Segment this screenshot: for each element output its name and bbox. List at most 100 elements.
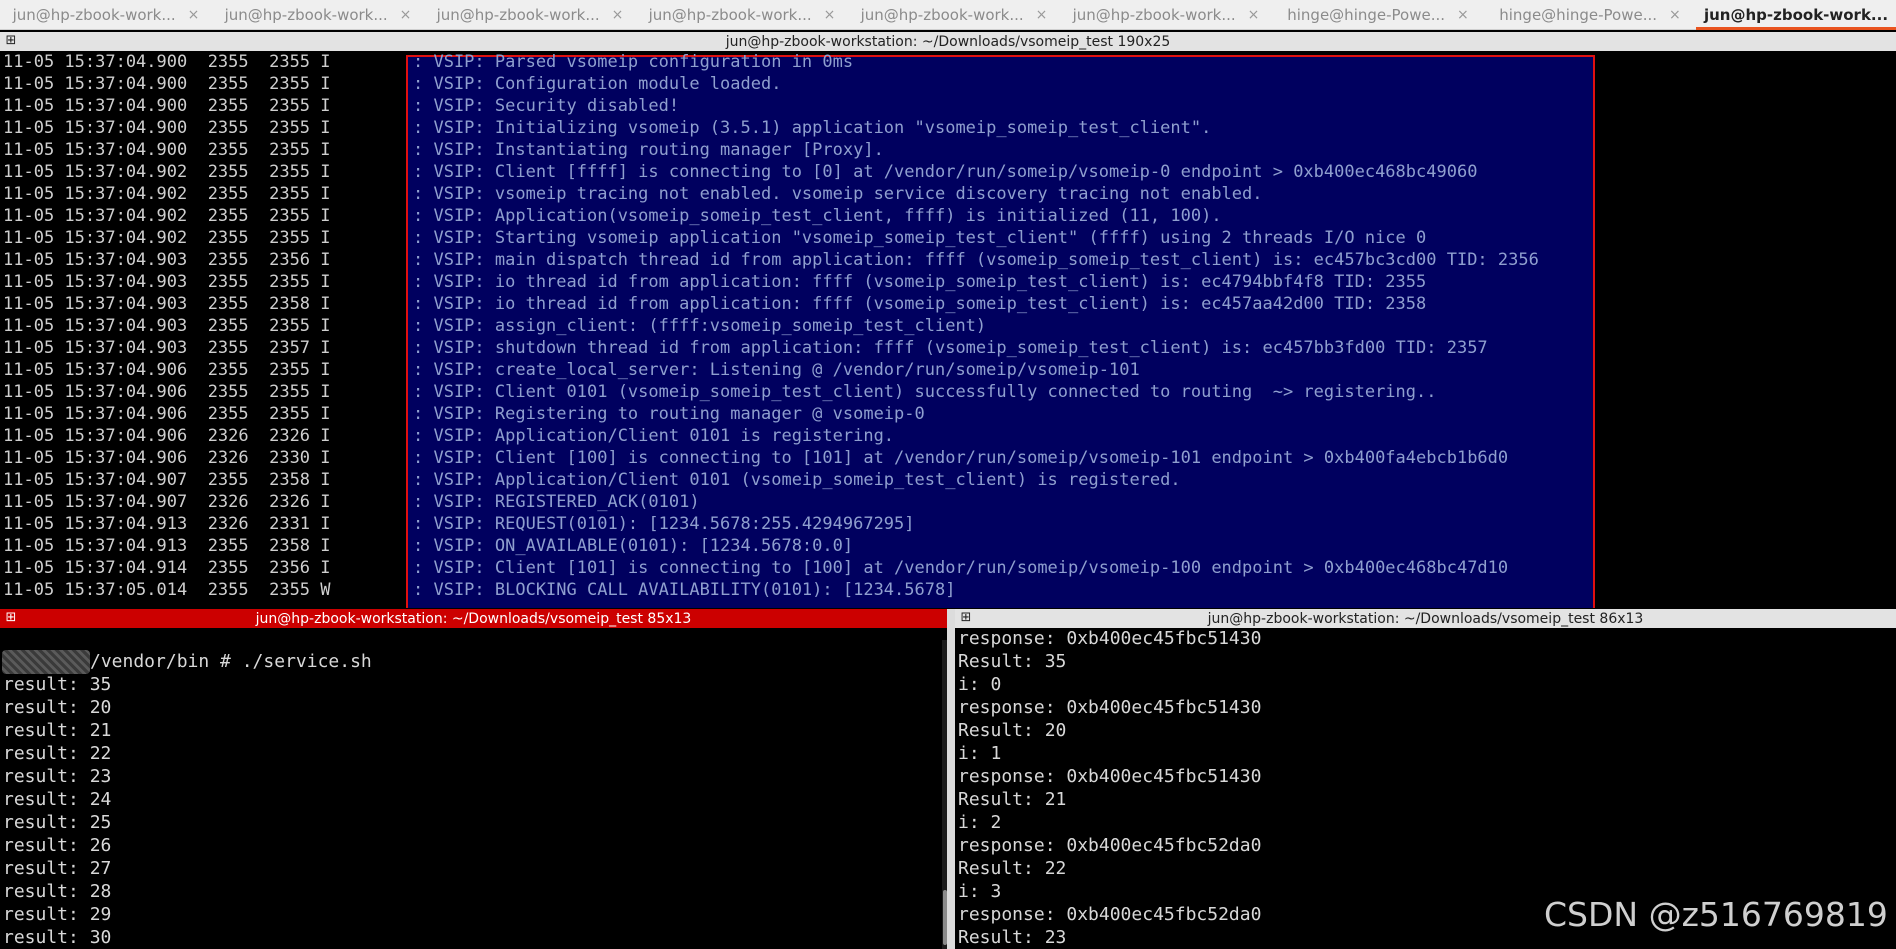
log-timestamp-pid-level: 11-05 15:37:04.913 2355 2358 I — [3, 536, 331, 556]
output-line: i: 0 — [958, 674, 1002, 695]
log-message: : VSIP: Application/Client 0101 (vsomeip… — [413, 470, 1181, 490]
log-timestamp-pid-level: 11-05 15:37:04.903 2355 2355 I — [3, 272, 331, 292]
bottom-left-terminal-pane[interactable]: /vendor/bin # ./service.sh result: 35 res… — [0, 628, 947, 949]
output-line: response: 0xb400ec45fbc52da0 — [958, 904, 1262, 925]
tab-label: jun@hp-zbook-work... — [224, 6, 388, 24]
log-timestamp-pid-level: 11-05 15:37:04.900 2355 2355 I — [3, 52, 331, 72]
log-line: 11-05 15:37:04.900 2355 2355 I: VSIP: In… — [0, 139, 1896, 161]
pane-divider[interactable] — [947, 609, 955, 949]
log-line: 11-05 15:37:04.902 2355 2355 I: VSIP: Ap… — [0, 205, 1896, 227]
log-timestamp-pid-level: 11-05 15:37:04.907 2355 2358 I — [3, 470, 331, 490]
log-message: : VSIP: Starting vsomeip application "vs… — [413, 228, 1427, 248]
log-message: : VSIP: Client [100] is connecting to [1… — [413, 448, 1509, 468]
tab-label: jun@hp-zbook-work... — [1072, 6, 1236, 24]
log-line: 11-05 15:37:04.907 2326 2326 I: VSIP: RE… — [0, 491, 1896, 513]
log-timestamp-pid-level: 11-05 15:37:05.014 2355 2355 W — [3, 580, 331, 600]
top-pane-title: jun@hp-zbook-workstation: ~/Downloads/vs… — [725, 33, 1171, 50]
log-message: : VSIP: BLOCKING CALL AVAILABILITY(0101)… — [413, 580, 956, 600]
terminal-tab[interactable]: hinge@hinge-Powe... × — [1484, 0, 1696, 30]
terminal-tab[interactable]: jun@hp-zbook-work... × — [848, 0, 1060, 30]
log-timestamp-pid-level: 11-05 15:37:04.906 2355 2355 I — [3, 404, 331, 424]
tab-bar: jun@hp-zbook-work... × jun@hp-zbook-work..… — [0, 0, 1896, 30]
output-line: result: 20 — [3, 697, 112, 718]
close-tab-icon[interactable]: × — [400, 7, 412, 23]
log-timestamp-pid-level: 11-05 15:37:04.914 2355 2356 I — [3, 558, 331, 578]
log-message: : VSIP: io thread id from application: f… — [413, 272, 1427, 292]
log-message: : VSIP: Client [ffff] is connecting to [… — [413, 162, 1478, 182]
log-timestamp-pid-level: 11-05 15:37:04.900 2355 2355 I — [3, 140, 331, 160]
output-line: result: 29 — [3, 904, 112, 925]
log-line: 11-05 15:37:04.902 2355 2355 I : VSIP: St… — [0, 227, 1896, 249]
log-timestamp-pid-level: 11-05 15:37:04.903 2355 2356 I — [3, 250, 331, 270]
log-timestamp-pid-level: 11-05 15:37:04.902 2355 2355 I — [3, 162, 331, 182]
tab-label: jun@hp-zbook-work... — [860, 6, 1024, 24]
output-line: Result: 35 — [958, 651, 1067, 672]
output-line: response: 0xb400ec45fbc51430 — [958, 766, 1262, 787]
output-line: response: 0xb400ec45fbc51430 — [958, 628, 1262, 649]
terminal-tab[interactable]: jun@hp-zbook-work... — [1696, 0, 1896, 30]
log-message: : VSIP: Client [101] is connecting to [1… — [413, 558, 1509, 578]
watermark: CSDN @z516769819 — [1544, 895, 1888, 934]
log-line: 11-05 15:37:04.900 2355 2355 I: VSIP: Pa… — [0, 51, 1896, 73]
output-line: response: 0xb400ec45fbc51430 — [958, 697, 1262, 718]
log-line: 11-05 15:37:04.907 2355 2358 I : VSIP: Ap… — [0, 469, 1896, 491]
close-tab-icon[interactable]: × — [824, 7, 836, 23]
close-tab-icon[interactable]: × — [1457, 7, 1469, 23]
log-line: 11-05 15:37:04.906 2355 2355 I : VSIP: Re… — [0, 403, 1896, 425]
log-line: 11-05 15:37:04.903 2355 2357 I: VSIP: sh… — [0, 337, 1896, 359]
log-message: : VSIP: vsomeip tracing not enabled. vso… — [413, 184, 1263, 204]
output-line: result: 24 — [3, 789, 112, 810]
log-timestamp-pid-level: 11-05 15:37:04.900 2355 2355 I — [3, 96, 331, 116]
log-timestamp-pid-level: 11-05 15:37:04.906 2326 2326 I — [3, 426, 331, 446]
tab-label: hinge@hinge-Powe... — [1287, 6, 1446, 24]
log-message: : VSIP: Client 0101 (vsomeip_someip_test… — [413, 382, 1437, 402]
log-timestamp-pid-level: 11-05 15:37:04.913 2326 2331 I — [3, 514, 331, 534]
log-message: : VSIP: Initializing vsomeip (3.5.1) app… — [413, 118, 1212, 138]
log-timestamp-pid-level: 11-05 15:37:04.903 2355 2358 I — [3, 294, 331, 314]
terminal-tab[interactable]: jun@hp-zbook-work... × — [1060, 0, 1272, 30]
bottom-right-pane-titlebar[interactable]: ⊞ jun@hp-zbook-workstation: ~/Downloads/… — [955, 609, 1896, 628]
output-line: response: 0xb400ec45fbc52da0 — [958, 835, 1262, 856]
log-line: 11-05 15:37:04.902 2355 2355 I : VSIP: Cl… — [0, 161, 1896, 183]
log-line: 11-05 15:37:04.900 2355 2355 I: VSIP: Co… — [0, 73, 1896, 95]
terminal-tab[interactable]: jun@hp-zbook-work... × — [212, 0, 424, 30]
output-line: Result: 20 — [958, 720, 1067, 741]
log-line: 11-05 15:37:04.903 2355 2358 I: VSIP: io… — [0, 293, 1896, 315]
log-line: 11-05 15:37:04.900 2355 2355 I: VSIP: In… — [0, 117, 1896, 139]
terminal-tab[interactable]: jun@hp-zbook-work... × — [636, 0, 848, 30]
terminal-tab[interactable]: jun@hp-zbook-work... × — [424, 0, 636, 30]
log-message: : VSIP: REQUEST(0101): [1234.5678:255.42… — [413, 514, 915, 534]
log-line: 11-05 15:37:04.900 2355 2355 I: VSIP: Se… — [0, 95, 1896, 117]
close-tab-icon[interactable]: × — [1669, 7, 1681, 23]
output-line: Result: 22 — [958, 858, 1067, 879]
log-timestamp-pid-level: 11-05 15:37:04.903 2355 2357 I — [3, 338, 331, 358]
split-terminal-icon[interactable]: ⊞ — [959, 611, 973, 625]
close-tab-icon[interactable]: × — [188, 7, 200, 23]
log-line: 11-05 15:37:04.903 2355 2355 I : VSIP: io… — [0, 271, 1896, 293]
tab-label: jun@hp-zbook-work... — [436, 6, 600, 24]
terminal-tab[interactable]: jun@hp-zbook-work... × — [0, 0, 212, 30]
tab-label: hinge@hinge-Powe... — [1499, 6, 1658, 24]
split-terminal-icon[interactable]: ⊞ — [4, 611, 18, 625]
tab-label: jun@hp-zbook-work... — [1703, 6, 1889, 24]
terminal-tab[interactable]: hinge@hinge-Powe... × — [1272, 0, 1484, 30]
log-line: 11-05 15:37:05.014 2355 2355 W : VSIP: BL… — [0, 579, 1896, 601]
output-line: i: 2 — [958, 812, 1002, 833]
shell-prompt: /vendor/bin # ./service.sh — [90, 651, 372, 672]
log-message: : VSIP: Registering to routing manager @… — [413, 404, 925, 424]
split-terminal-icon[interactable]: ⊞ — [4, 34, 18, 48]
log-message: : VSIP: ON_AVAILABLE(0101): [1234.5678:0… — [413, 536, 854, 556]
output-line: Result: 21 — [958, 789, 1067, 810]
output-line: result: 30 — [3, 927, 112, 948]
log-line: 11-05 15:37:04.914 2355 2356 I : VSIP: Cl… — [0, 557, 1896, 579]
log-line: 11-05 15:37:04.906 2326 2326 I : VSIP: Ap… — [0, 425, 1896, 447]
log-timestamp-pid-level: 11-05 15:37:04.902 2355 2355 I — [3, 228, 331, 248]
top-terminal-pane[interactable]: 11-05 15:37:04.900 2355 2355 I: VSIP: Pa… — [0, 51, 1896, 608]
top-pane-titlebar[interactable]: ⊞ jun@hp-zbook-workstation: ~/Downloads/… — [0, 32, 1896, 51]
close-tab-icon[interactable]: × — [612, 7, 624, 23]
log-message: : VSIP: Application/Client 0101 is regis… — [413, 426, 895, 446]
close-tab-icon[interactable]: × — [1248, 7, 1260, 23]
close-tab-icon[interactable]: × — [1036, 7, 1048, 23]
bottom-left-pane-titlebar[interactable]: ⊞ jun@hp-zbook-workstation: ~/Downloads/… — [0, 609, 947, 628]
bottom-right-pane-title: jun@hp-zbook-workstation: ~/Downloads/vs… — [1207, 610, 1644, 627]
